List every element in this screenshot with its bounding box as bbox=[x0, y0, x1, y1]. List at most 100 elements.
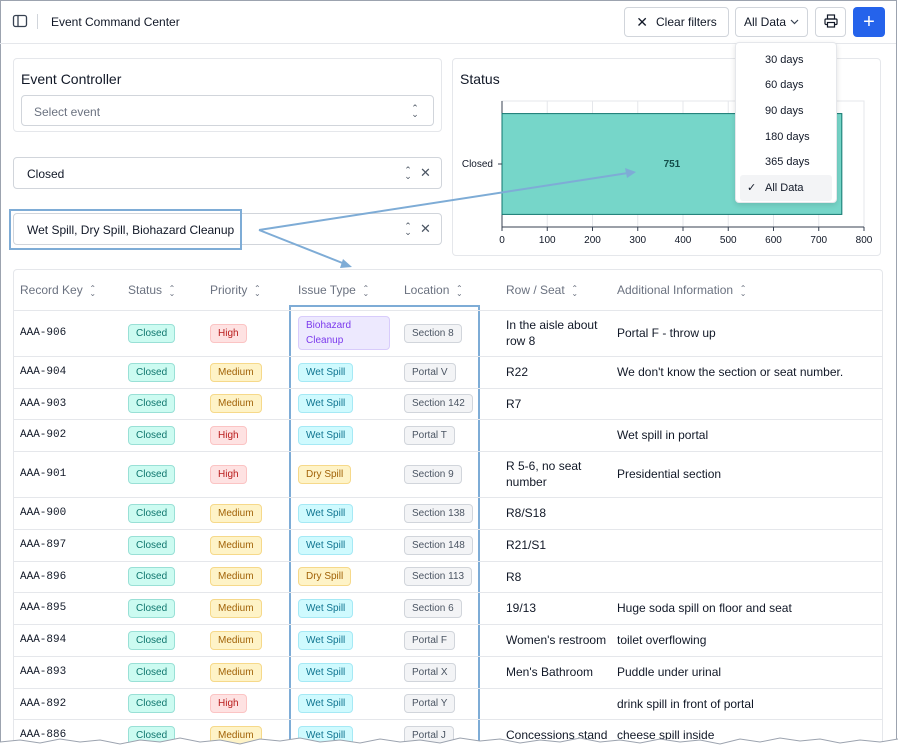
print-button[interactable] bbox=[815, 7, 846, 37]
seat-text: In the aisle about row 8 bbox=[506, 318, 598, 348]
seat-text: R22 bbox=[506, 365, 529, 379]
table-row[interactable]: AAA-904 Closed Medium Wet Spill Portal V R22 W… bbox=[14, 356, 882, 389]
cell-key: AAA-906 bbox=[14, 310, 122, 357]
info-text: Huge soda spill on floor and seat bbox=[617, 601, 792, 615]
x-tick-label: 200 bbox=[584, 235, 601, 246]
sidebar-toggle-icon[interactable] bbox=[12, 13, 28, 29]
column-header-label: Issue Type bbox=[298, 282, 356, 297]
column-header-label: Additional Information bbox=[617, 282, 734, 297]
column-header-location[interactable]: Location ⌃ ⌄ bbox=[398, 270, 500, 311]
x-tick-label: 0 bbox=[499, 235, 505, 246]
cell-priority: Medium bbox=[204, 561, 292, 593]
cell-key: AAA-903 bbox=[14, 388, 122, 420]
cell-info: toilet overflowing bbox=[611, 624, 882, 657]
cell-priority: Medium bbox=[204, 388, 292, 420]
cell-info: We don't know the section or seat number… bbox=[611, 356, 882, 389]
table-row[interactable]: AAA-900 Closed Medium Wet Spill Section 138 R… bbox=[14, 497, 882, 530]
table-row[interactable]: AAA-906 Closed High Biohazard Cleanup Sectio… bbox=[14, 310, 882, 357]
cell-issue: Wet Spill bbox=[292, 388, 398, 420]
cell-priority: Medium bbox=[204, 592, 292, 625]
seat-text: R8/S18 bbox=[506, 506, 547, 520]
column-header-label: Status bbox=[128, 282, 163, 297]
cell-location: Portal T bbox=[398, 419, 500, 452]
cell-info bbox=[611, 529, 882, 562]
add-button[interactable]: + bbox=[853, 7, 885, 37]
cell-priority: Medium bbox=[204, 624, 292, 657]
priority-badge: Medium bbox=[210, 662, 262, 682]
table-row[interactable]: AAA-895 Closed Medium Wet Spill Section 6 19/… bbox=[14, 592, 882, 625]
cell-key: AAA-892 bbox=[14, 688, 122, 720]
event-controller-panel: Event Controller Select event ⌃ ⌄ bbox=[13, 58, 442, 132]
table-row[interactable]: AAA-894 Closed Medium Wet Spill Portal F Wome… bbox=[14, 624, 882, 657]
cell-status: Closed bbox=[122, 356, 204, 389]
cell-info: Huge soda spill on floor and seat bbox=[611, 592, 882, 625]
cell-location: Section 113 bbox=[398, 561, 500, 593]
cell-status: Closed bbox=[122, 310, 204, 357]
info-text: toilet overflowing bbox=[617, 633, 707, 647]
x-tick-label: 600 bbox=[765, 235, 782, 246]
column-header-issue-type[interactable]: Issue Type ⌃ ⌄ bbox=[292, 270, 398, 311]
cell-status: Closed bbox=[122, 624, 204, 657]
sort-icon: ⌃ ⌄ bbox=[362, 283, 370, 298]
chevron-down-icon bbox=[790, 17, 799, 27]
check-icon: ✓ bbox=[747, 182, 757, 195]
table-row[interactable]: AAA-897 Closed Medium Wet Spill Section 148 R… bbox=[14, 529, 882, 562]
cell-key: AAA-900 bbox=[14, 497, 122, 530]
column-header-status[interactable]: Status ⌃ ⌄ bbox=[122, 270, 204, 311]
clear-filters-button[interactable]: ✕ Clear filters bbox=[624, 7, 729, 37]
menu-item-60-days[interactable]: 60 days bbox=[736, 73, 836, 99]
table-row[interactable]: AAA-893 Closed Medium Wet Spill Portal X Men'… bbox=[14, 656, 882, 689]
cell-info bbox=[611, 561, 882, 593]
seat-text: R 5-6, no seat number bbox=[506, 459, 582, 489]
table-row[interactable]: AAA-902 Closed High Wet Spill Portal T Wet sp… bbox=[14, 419, 882, 452]
issue-badge: Wet Spill bbox=[298, 503, 354, 523]
menu-item-30-days[interactable]: 30 days bbox=[736, 47, 836, 73]
column-header-row-seat[interactable]: Row / Seat ⌃ ⌄ bbox=[500, 270, 611, 311]
key-text: AAA-896 bbox=[20, 570, 67, 583]
date-range-label: All Data bbox=[743, 15, 787, 29]
column-header-record-key[interactable]: Record Key ⌃ ⌄ bbox=[14, 270, 122, 311]
cell-location: Portal V bbox=[398, 356, 500, 389]
column-header-priority[interactable]: Priority ⌃ ⌄ bbox=[204, 270, 292, 311]
issue-badge: Wet Spill bbox=[298, 662, 354, 682]
column-header-additional-information[interactable]: Additional Information ⌃ ⌄ bbox=[611, 270, 882, 311]
menu-item-180-days[interactable]: 180 days bbox=[736, 124, 836, 150]
x-tick-label: 800 bbox=[856, 235, 873, 246]
status-badge: Closed bbox=[128, 535, 176, 555]
key-text: AAA-893 bbox=[20, 666, 67, 678]
menu-item-all-data[interactable]: ✓ All Data bbox=[740, 174, 832, 201]
issue-badge: Wet Spill bbox=[298, 598, 354, 618]
cell-priority: High bbox=[204, 419, 292, 452]
status-badge: Closed bbox=[128, 694, 176, 713]
table-row[interactable]: AAA-896 Closed Medium Dry Spill Section 113 R… bbox=[14, 561, 882, 593]
header-divider bbox=[37, 14, 38, 29]
cell-priority: Medium bbox=[204, 497, 292, 530]
info-text: Puddle under urinal bbox=[617, 665, 722, 679]
cell-status: Closed bbox=[122, 451, 204, 498]
cell-info: Wet spill in portal bbox=[611, 419, 882, 452]
date-range-select[interactable]: All Data bbox=[735, 7, 808, 37]
menu-item-365-days[interactable]: 365 days bbox=[736, 149, 836, 175]
cell-seat bbox=[500, 688, 611, 720]
clear-issue-type-icon[interactable]: ✕ bbox=[420, 221, 431, 237]
info-text: Presidential section bbox=[617, 467, 722, 481]
key-text: AAA-906 bbox=[20, 327, 67, 339]
cell-key: AAA-897 bbox=[14, 529, 122, 562]
table-row[interactable]: AAA-901 Closed High Dry Spill Section 9 R 5-6… bbox=[14, 451, 882, 498]
status-filter[interactable]: Closed ⌃ ⌄ ✕ bbox=[13, 157, 442, 189]
cell-priority: High bbox=[204, 451, 292, 498]
column-header-label: Location bbox=[404, 282, 450, 297]
sort-icon: ⌃ ⌄ bbox=[253, 283, 261, 298]
table-row[interactable]: AAA-892 Closed High Wet Spill Portal Y drink … bbox=[14, 688, 882, 720]
clear-status-icon[interactable]: ✕ bbox=[420, 165, 431, 181]
status-badge: Closed bbox=[128, 323, 176, 343]
menu-item-90-days[interactable]: 90 days bbox=[736, 98, 836, 124]
location-badge: Section 6 bbox=[404, 598, 462, 618]
info-text: Wet spill in portal bbox=[617, 428, 709, 442]
event-select[interactable]: Select event ⌃ ⌄ bbox=[21, 95, 434, 126]
cell-info: Puddle under urinal bbox=[611, 656, 882, 689]
event-select-placeholder: Select event bbox=[34, 105, 101, 119]
key-text: AAA-895 bbox=[20, 602, 67, 614]
table-row[interactable]: AAA-903 Closed Medium Wet Spill Section 142 R… bbox=[14, 388, 882, 420]
chevron-up-down-icon: ⌃ ⌄ bbox=[404, 221, 412, 237]
